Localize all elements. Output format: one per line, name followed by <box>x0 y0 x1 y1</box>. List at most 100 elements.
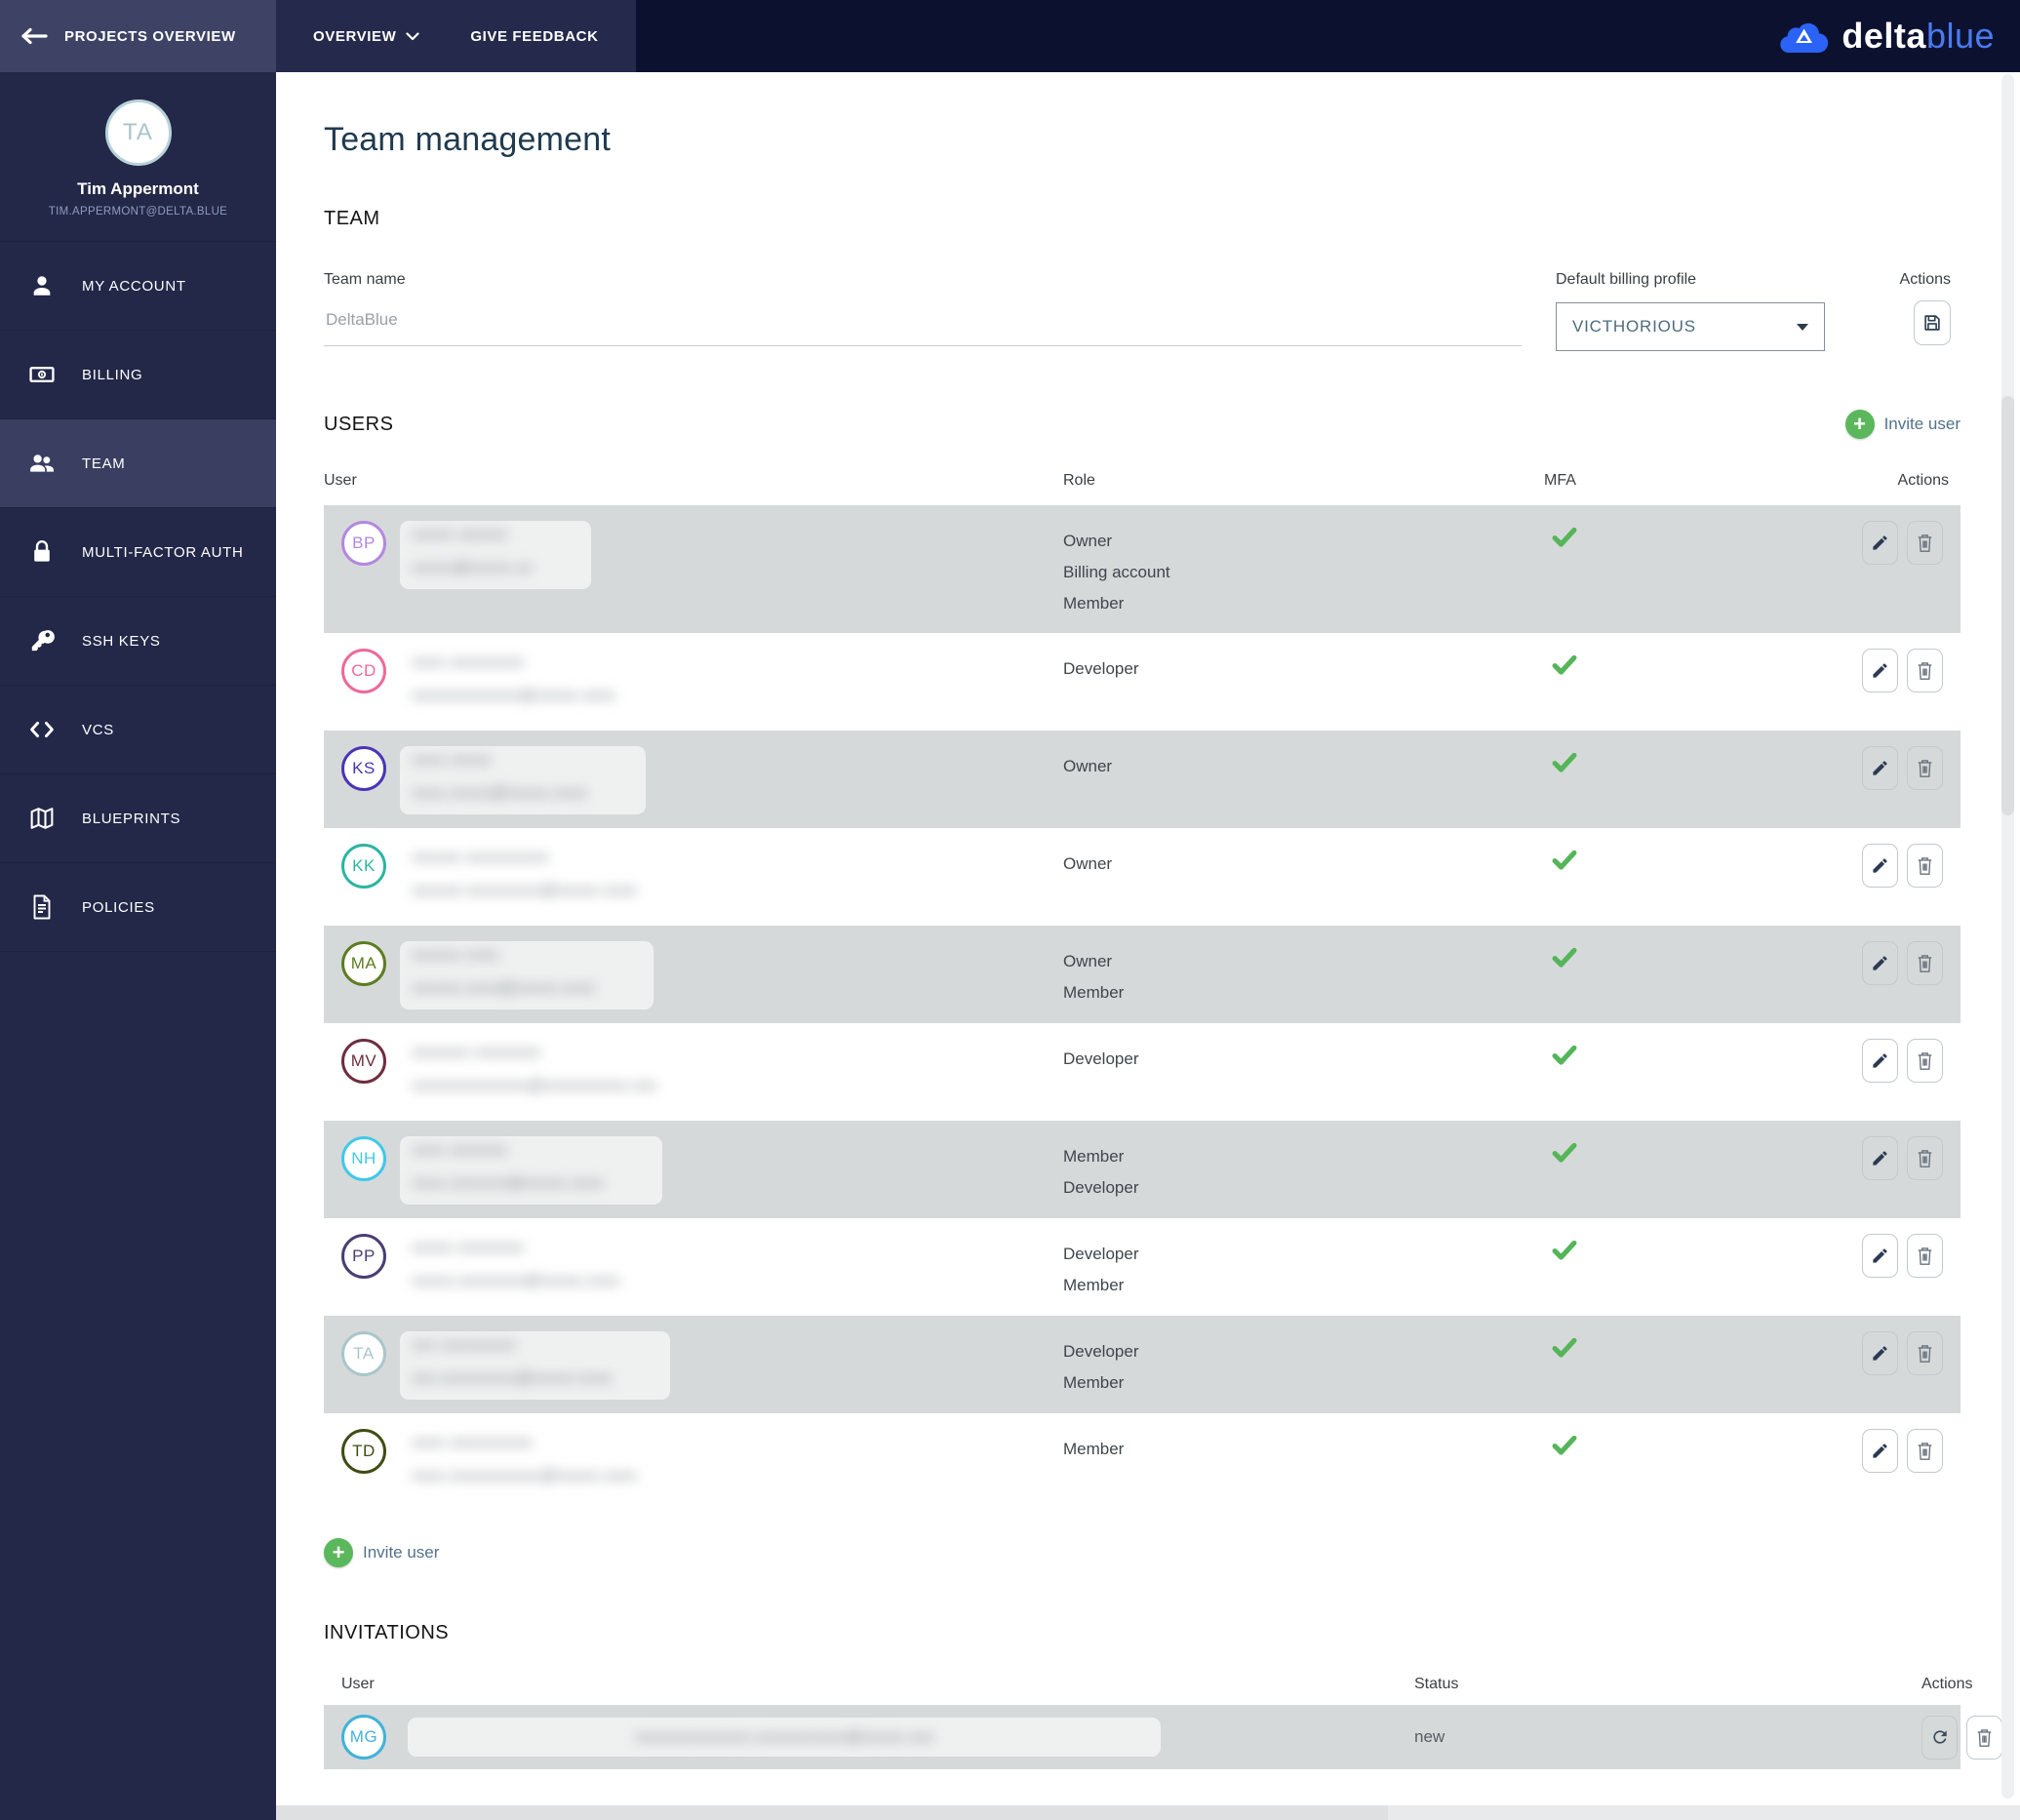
user-identity: xxxx xxxxxxxxx xxxxxxxxxxxxx@xxxxx.xxxx <box>400 649 674 717</box>
trash-icon <box>1916 953 1934 973</box>
sidebar-item-policies[interactable]: POLICIES <box>0 863 276 952</box>
team-icon <box>27 451 57 476</box>
delete-user-button[interactable] <box>1907 1429 1943 1473</box>
edit-user-button[interactable] <box>1862 941 1898 985</box>
sidebar-item-my-account[interactable]: MY ACCOUNT <box>0 242 276 331</box>
trash-icon <box>1916 1343 1934 1364</box>
user-name: xxxx xxxxx <box>412 750 492 769</box>
user-name: xxxx xxxxxxxxxx <box>412 1433 533 1451</box>
vertical-scrollbar-thumb[interactable] <box>2001 396 2014 815</box>
table-row: TA xxx xxxxxxxxx xxx.xxxxxxxxx@xxxxx.xxx… <box>324 1316 1961 1413</box>
user-icon <box>27 273 57 298</box>
avatar: MG <box>341 1715 386 1760</box>
delete-user-button[interactable] <box>1907 1039 1943 1083</box>
edit-user-button[interactable] <box>1862 649 1898 692</box>
lock-icon <box>27 539 57 565</box>
col-user: User <box>324 472 357 489</box>
resend-invitation-button[interactable] <box>1921 1715 1958 1760</box>
user-email: xxxx.xxxxxxx@xxxxx.xxxx <box>412 1173 604 1192</box>
user-identity: xxx xxxxxxxxx xxx.xxxxxxxxx@xxxxx.xxxx <box>400 1331 671 1400</box>
tab-give-feedback[interactable]: GIVE FEEDBACK <box>445 0 623 72</box>
user-roles: Owner Member <box>1063 952 1125 1002</box>
mfa-check-icon <box>1531 1234 1824 1262</box>
caret-down-icon <box>1797 323 1808 331</box>
mfa-check-icon <box>1531 746 1824 774</box>
sidebar-item-ssh-keys[interactable]: SSH KEYS <box>0 597 276 686</box>
delete-user-button[interactable] <box>1907 1136 1943 1180</box>
sidebar-item-blueprints[interactable]: BLUEPRINTS <box>0 774 276 863</box>
trash-icon <box>1916 1050 1934 1071</box>
user-identity: xxxx xxxxxxxxxx xxxx.xxxxxxxxxxx@xxxxx.x… <box>400 1429 695 1497</box>
user-roles: Owner Billing account Member <box>1063 532 1170 613</box>
col-actions: Actions <box>1921 1676 1973 1692</box>
invite-user-button-bottom[interactable]: + Invite user <box>324 1538 1961 1567</box>
user-email: xxxxxxxxxxxxxx@xxxxxxxxxx.xxx <box>412 1076 657 1094</box>
avatar: TA <box>341 1331 386 1376</box>
user-identity: xxxx xxxxx xxxx.xxxxx@xxxxx.xxxx <box>400 746 646 814</box>
trash-icon <box>1916 660 1934 681</box>
col-mfa: MFA <box>1544 472 1576 489</box>
user-name: xxxx xxxxxxxxx <box>412 653 525 671</box>
delete-user-button[interactable] <box>1907 1331 1943 1375</box>
edit-icon <box>1871 1149 1889 1167</box>
user-name: xxxx xxxxxxx <box>412 1140 508 1159</box>
main-content: Team management TEAM Team name Default b… <box>276 72 2020 1820</box>
edit-user-button[interactable] <box>1862 521 1898 565</box>
sidebar-item-multi-factor-auth[interactable]: MULTI-FACTOR AUTH <box>0 508 276 597</box>
delete-user-button[interactable] <box>1907 1234 1943 1278</box>
edit-user-button[interactable] <box>1862 1234 1898 1278</box>
user-email: xxxxx.xxxxxxxx@xxxxx.xxxx <box>412 1271 620 1289</box>
billing-profile-select[interactable]: VICTHORIOUS <box>1556 302 1825 351</box>
mfa-check-icon <box>1531 1331 1824 1360</box>
col-status: Status <box>1414 1676 1459 1692</box>
edit-user-button[interactable] <box>1862 844 1898 888</box>
sidebar-item-vcs[interactable]: VCS <box>0 686 276 774</box>
delete-user-button[interactable] <box>1907 746 1943 790</box>
profile-email: TIM.APPERMONT@DELTA.BLUE <box>48 206 228 218</box>
user-name: xxxxxxx xxxxxxxx <box>412 1043 541 1061</box>
delete-user-button[interactable] <box>1907 941 1943 985</box>
avatar: KK <box>341 844 386 889</box>
edit-user-button[interactable] <box>1862 746 1898 790</box>
sidebar-item-billing[interactable]: BILLING <box>0 331 276 419</box>
user-email: xxxx.xxxxx@xxxxx.xxxx <box>412 783 587 802</box>
team-name-input[interactable] <box>324 310 1522 346</box>
user-name: xxxxx xxxxxxxx <box>412 1238 525 1256</box>
tab-overview[interactable]: OVERVIEW <box>288 0 445 72</box>
mfa-check-icon <box>1531 941 1824 969</box>
user-name: xxxxx xxxxxx <box>412 525 508 543</box>
user-email: xxxxxxxxxxxxx@xxxxx.xxxx <box>412 686 615 704</box>
table-row: PP xxxxx xxxxxxxx xxxxx.xxxxxxxx@xxxxx.x… <box>324 1218 1961 1316</box>
trash-icon <box>1916 758 1934 778</box>
user-identity: xxxxxx xxxxxxxxxx xxxxxx.xxxxxxxxx@xxxxx… <box>400 844 695 912</box>
top-bar: PROJECTS OVERVIEW OVERVIEW GIVE FEEDBACK… <box>0 0 2020 72</box>
user-name: xxxxxx xxxxxxxxxx <box>412 848 549 866</box>
delete-user-button[interactable] <box>1907 844 1943 888</box>
horizontal-scrollbar-thumb[interactable] <box>276 1805 1388 1820</box>
user-roles: Member <box>1063 1440 1125 1458</box>
edit-icon <box>1871 856 1889 875</box>
projects-overview-button[interactable]: PROJECTS OVERVIEW <box>0 0 276 72</box>
sidebar: TA Tim Appermont TIM.APPERMONT@DELTA.BLU… <box>0 72 276 1820</box>
save-team-button[interactable] <box>1914 300 1951 345</box>
edit-user-button[interactable] <box>1862 1039 1898 1083</box>
edit-user-button[interactable] <box>1862 1331 1898 1375</box>
page-title: Team management <box>324 121 612 158</box>
edit-user-button[interactable] <box>1862 1136 1898 1180</box>
user-roles: Developer <box>1063 1049 1139 1068</box>
delete-invitation-button[interactable] <box>1966 1715 2002 1760</box>
avatar: TD <box>341 1429 386 1474</box>
invite-user-button-top[interactable]: + Invite user <box>1844 410 1961 439</box>
top-tabs: OVERVIEW GIVE FEEDBACK <box>276 0 636 72</box>
avatar: NH <box>341 1136 386 1181</box>
delete-user-button[interactable] <box>1907 649 1943 692</box>
edit-icon <box>1871 1246 1889 1265</box>
edit-user-button[interactable] <box>1862 1429 1898 1473</box>
delete-user-button[interactable] <box>1907 521 1943 565</box>
horizontal-scrollbar[interactable] <box>276 1805 2020 1820</box>
sidebar-item-team[interactable]: TEAM <box>0 419 276 508</box>
vertical-scrollbar[interactable] <box>2001 74 2014 1799</box>
plus-icon: + <box>1844 410 1875 439</box>
avatar: PP <box>341 1234 386 1279</box>
invitations-table-header: User Status Actions <box>324 1676 1972 1693</box>
